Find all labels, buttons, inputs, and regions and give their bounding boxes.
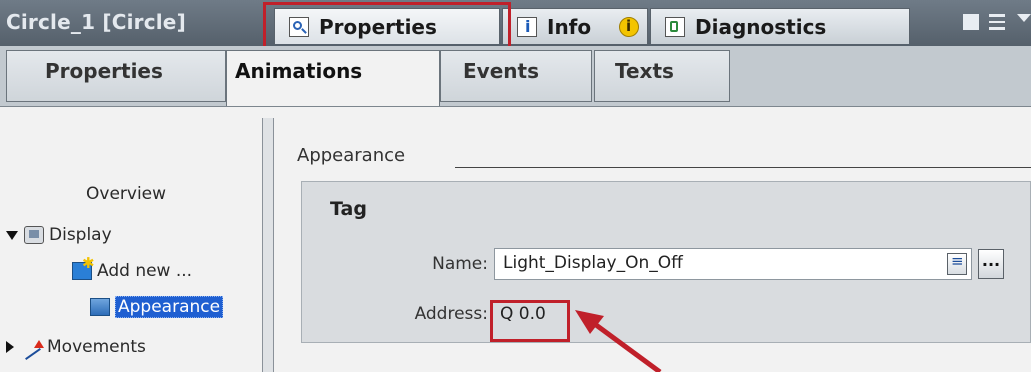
collapse-icon[interactable]	[6, 341, 14, 353]
subtab-texts-label: Texts	[615, 59, 674, 83]
tag-name-value: Light_Display_On_Off	[503, 253, 683, 273]
tab-diagnostics[interactable]: Diagnostics	[650, 8, 910, 44]
subtab-bar: Properties Animations Events Texts	[0, 46, 1031, 107]
add-new-icon	[72, 254, 95, 280]
tree-item-display[interactable]: Display	[6, 225, 112, 245]
display-icon	[24, 226, 44, 244]
tab-diagnostics-label: Diagnostics	[695, 15, 827, 39]
splitter[interactable]	[262, 118, 274, 372]
subtab-properties-label: Properties	[45, 59, 163, 83]
subtab-events[interactable]: Events	[440, 50, 592, 102]
animation-detail-panel: Appearance Tag Name: Light_Display_On_Of…	[275, 107, 1031, 372]
tag-name-field[interactable]: Light_Display_On_Off	[494, 248, 972, 280]
inspector-title-bar: Circle_1 [Circle] Properties Info Diagno…	[0, 0, 1031, 46]
address-label: Address:	[414, 304, 488, 324]
float-window-icon[interactable]	[963, 14, 979, 30]
chevron-down-icon[interactable]	[1017, 14, 1031, 30]
tree-item-appearance-label: Appearance	[115, 296, 224, 318]
tree-item-appearance[interactable]: Appearance	[90, 296, 224, 318]
diagnostics-icon	[665, 17, 685, 37]
subtab-properties[interactable]: Properties	[6, 50, 226, 102]
section-title: Appearance	[297, 145, 406, 166]
subtab-animations[interactable]: Animations	[226, 50, 440, 106]
tree-item-display-label: Display	[49, 225, 112, 245]
address-highlight-box	[490, 300, 570, 342]
subtab-texts[interactable]: Texts	[594, 50, 730, 102]
tree-item-movements-label: Movements	[47, 337, 146, 357]
tag-list-icon[interactable]	[947, 252, 967, 275]
tree-item-add-new-label: Add new ...	[97, 261, 193, 281]
section-divider	[455, 167, 1031, 168]
tag-group: Tag Name: Light_Display_On_Off ... Addre…	[301, 181, 1031, 343]
subtab-animations-label: Animations	[235, 59, 363, 83]
info-badge-icon	[619, 17, 639, 37]
movements-icon	[22, 338, 44, 356]
menu-icon[interactable]	[989, 14, 1005, 30]
object-title: Circle_1 [Circle]	[6, 10, 186, 34]
appearance-icon	[90, 298, 110, 316]
tree-item-add-new[interactable]: Add new ...	[72, 254, 193, 281]
tab-info[interactable]: Info	[502, 8, 648, 44]
group-title: Tag	[330, 198, 367, 220]
tab-info-label: Info	[547, 15, 592, 39]
browse-button[interactable]: ...	[978, 249, 1004, 279]
tree-item-overview[interactable]: Overview	[86, 184, 166, 204]
tree-item-movements[interactable]: Movements	[6, 337, 146, 357]
window-controls	[955, 12, 1031, 34]
animation-tree: Overview Display Add new ... Appearance …	[0, 107, 262, 372]
name-label: Name:	[432, 254, 488, 274]
subtab-events-label: Events	[463, 59, 539, 83]
info-icon	[517, 17, 537, 37]
expand-icon[interactable]	[6, 230, 18, 240]
